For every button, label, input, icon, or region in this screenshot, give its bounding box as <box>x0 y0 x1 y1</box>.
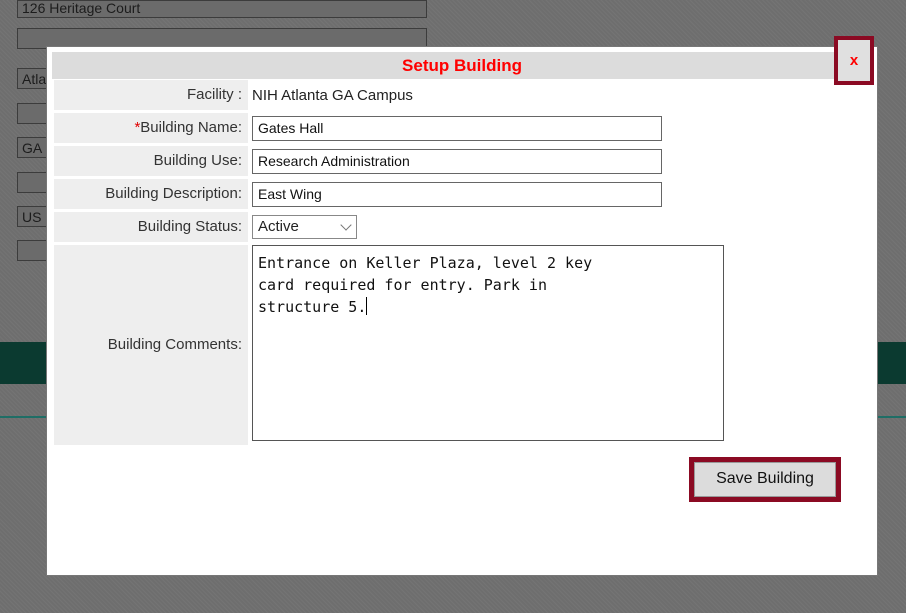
text-cursor <box>366 297 368 315</box>
facility-row: Facility : NIH Atlanta GA Campus <box>54 80 724 110</box>
building-name-label: *Building Name: <box>54 113 248 143</box>
dialog-title: Setup Building <box>52 52 872 79</box>
chevron-down-icon <box>340 219 352 231</box>
building-description-input[interactable] <box>252 181 662 207</box>
building-use-label: Building Use: <box>54 146 248 176</box>
building-name-row: *Building Name: <box>54 113 724 143</box>
building-use-row: Building Use: <box>54 146 724 176</box>
building-form: Facility : NIH Atlanta GA Campus *Buildi… <box>54 80 724 448</box>
building-name-label-text: Building Name: <box>140 119 242 136</box>
building-name-input[interactable] <box>252 115 662 141</box>
bg-address-field: 126 Heritage Court <box>17 0 427 18</box>
building-status-value: Active <box>258 218 299 235</box>
close-button[interactable]: x <box>834 36 874 85</box>
building-comments-text: Entrance on Keller Plaza, level 2 key ca… <box>258 254 593 316</box>
save-building-button[interactable]: Save Building <box>689 457 841 502</box>
building-description-row: Building Description: <box>54 179 724 209</box>
building-status-row: Building Status: Active <box>54 212 724 242</box>
building-description-label: Building Description: <box>54 179 248 209</box>
save-building-label[interactable]: Save Building <box>694 462 836 497</box>
building-use-input[interactable] <box>252 148 662 174</box>
building-status-select[interactable]: Active <box>252 215 357 239</box>
building-comments-textarea[interactable]: Entrance on Keller Plaza, level 2 key ca… <box>252 245 724 441</box>
facility-label: Facility : <box>54 80 248 110</box>
building-status-label: Building Status: <box>54 212 248 242</box>
building-comments-label: Building Comments: <box>54 245 248 445</box>
building-comments-row: Building Comments: Entrance on Keller Pl… <box>54 245 724 445</box>
close-icon[interactable]: x <box>838 40 870 81</box>
facility-value: NIH Atlanta GA Campus <box>252 86 413 104</box>
